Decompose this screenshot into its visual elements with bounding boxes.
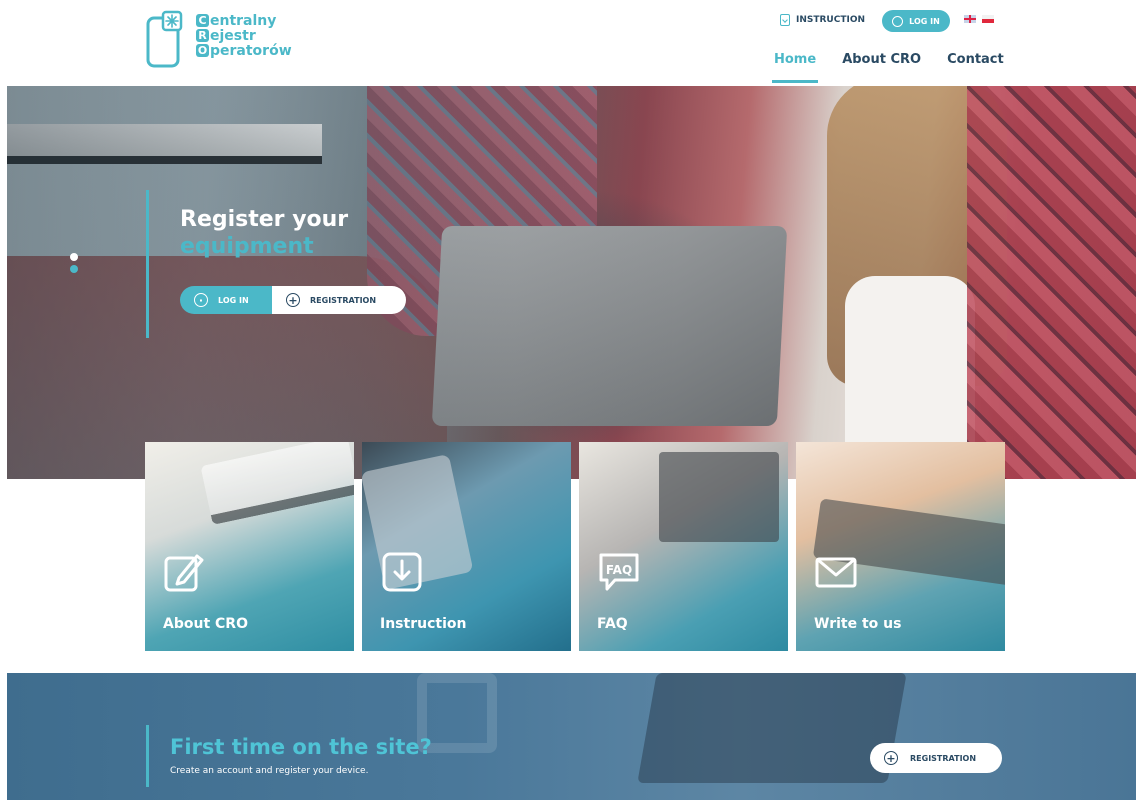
hero-slider-dots	[70, 253, 78, 277]
feature-tiles: About CRO Instruction FAQ FAQ Write to u…	[145, 442, 1005, 651]
faq-bubble-icon: FAQ	[599, 553, 639, 591]
envelope-icon	[815, 557, 857, 588]
hero-login-button[interactable]: · LOG IN	[180, 286, 272, 314]
header-login-button[interactable]: LOG IN	[882, 10, 950, 32]
slider-dot-active[interactable]	[70, 265, 78, 273]
en-flag-icon[interactable]	[964, 15, 976, 23]
logo-snowflake-icon	[146, 10, 183, 68]
logo-cap-o: O	[196, 44, 209, 57]
hero-login-label: LOG IN	[218, 295, 249, 305]
tile-instruction[interactable]: Instruction	[362, 442, 571, 651]
hero-button-group: · LOG IN + REGISTRATION	[180, 286, 406, 314]
tile-write-to-us[interactable]: Write to us	[796, 442, 1005, 651]
nav-home[interactable]: Home	[771, 52, 819, 83]
logo-line-2: ejestr	[210, 28, 256, 44]
hero-accent-line	[146, 190, 149, 338]
document-download-icon	[780, 14, 790, 26]
hero-registration-button[interactable]: + REGISTRATION	[272, 286, 406, 314]
pl-flag-icon[interactable]	[982, 15, 994, 23]
logo-line-1: entralny	[210, 13, 277, 29]
user-pin-icon	[892, 15, 904, 27]
instruction-link[interactable]: INSTRUCTION	[780, 14, 865, 26]
banner-accent-line	[146, 725, 149, 787]
hero-registration-label: REGISTRATION	[310, 295, 377, 305]
hero-title: Register your equipment	[180, 206, 348, 260]
nav-about-cro[interactable]: About CRO	[842, 52, 921, 67]
logo-cap-r: R	[196, 29, 209, 42]
instruction-label: INSTRUCTION	[796, 15, 866, 25]
faq-icon-text: FAQ	[606, 563, 632, 577]
logo-cap-c: C	[196, 14, 209, 27]
tile-faq[interactable]: FAQ FAQ	[579, 442, 788, 651]
tile-about-cro[interactable]: About CRO	[145, 442, 354, 651]
tile-label: Write to us	[814, 616, 902, 632]
main-nav: Home About CRO Contact	[771, 52, 1004, 83]
plus-circle-icon: +	[884, 751, 898, 765]
banner-registration-label: REGISTRATION	[910, 753, 977, 763]
tile-label: Instruction	[380, 616, 467, 632]
banner-registration-button[interactable]: + REGISTRATION	[870, 743, 1002, 773]
nav-contact[interactable]: Contact	[947, 52, 1004, 67]
user-pin-icon: ·	[194, 293, 208, 307]
cro-logo[interactable]: Centralny Rejestr Operatorów	[146, 10, 316, 70]
tile-background-image	[659, 452, 779, 542]
hero-overlay	[7, 86, 1136, 479]
plus-circle-icon: +	[286, 293, 300, 307]
tile-label: FAQ	[597, 616, 628, 632]
header-login-label: LOG IN	[909, 16, 940, 26]
site-header: Centralny Rejestr Operatorów INSTRUCTION…	[0, 0, 1136, 86]
tile-label: About CRO	[163, 616, 248, 632]
edit-icon	[164, 554, 204, 592]
logo-text: Centralny Rejestr Operatorów	[196, 14, 292, 59]
banner-subtitle: Create an account and register your devi…	[170, 766, 369, 776]
language-switcher	[964, 15, 994, 23]
banner-background-image	[637, 673, 907, 783]
banner-title: First time on the site?	[170, 735, 432, 759]
slider-dot[interactable]	[70, 253, 78, 261]
hero-title-line-2: equipment	[180, 234, 314, 259]
download-icon	[382, 552, 422, 592]
hero-banner	[7, 86, 1136, 479]
logo-line-3: peratorów	[210, 43, 292, 59]
hero-title-line-1: Register your	[180, 207, 349, 232]
